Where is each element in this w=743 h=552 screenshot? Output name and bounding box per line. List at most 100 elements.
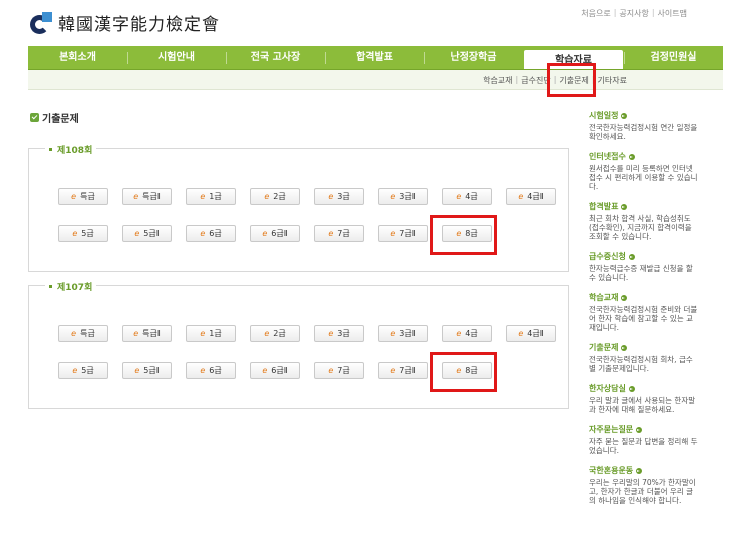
sidebar-item-desc: 우리는 우리말의 70%가 한자말이고, 한자가 한글과 더불어 우리 글의 하… (589, 478, 696, 505)
util-link-sitemap[interactable]: 사이트맵 (658, 8, 687, 19)
grade-button[interactable]: e 3급Ⅱ (378, 188, 428, 205)
subnav-item-textbooks[interactable]: 학습교재 (483, 75, 512, 86)
sidebar-item-desc: 전국한자능력검정시험 연간 일정을 확인하세요. (589, 123, 698, 141)
grade-label: 특급 (80, 192, 95, 201)
grade-button[interactable]: e 2급 (250, 188, 300, 205)
sidebar-item-desc: 우리 말과 글에서 사용되는 한자말과 한자에 대해 질문하세요. (589, 396, 696, 414)
grade-button[interactable]: e 7급Ⅱ (378, 362, 428, 379)
e-icon: e (72, 366, 78, 375)
arrow-right-icon (628, 385, 635, 392)
e-icon: e (328, 366, 334, 375)
sidebar-item-title: 시험일정 (589, 111, 619, 120)
sidebar-item-title: 인터넷접수 (589, 152, 626, 161)
grade-button[interactable]: e 특급 (58, 325, 108, 342)
grade-label: 6급 (209, 366, 222, 375)
sub-nav: 학습교재 | 급수진단 | 기출문제 | 기타자료 (28, 70, 723, 90)
grade-label: 5급Ⅱ (143, 366, 160, 375)
grade-button[interactable]: e 3급 (314, 325, 364, 342)
grade-button[interactable]: e 7급 (314, 362, 364, 379)
sidebar-item-past-exams[interactable]: 기출문제 전국한자능력검정시험 회차, 급수별 기출문제입니다. (589, 342, 699, 373)
grade-label: 6급Ⅱ (271, 229, 288, 238)
grade-button[interactable]: e 6급 (186, 225, 236, 242)
grade-button[interactable]: e 4급 (442, 325, 492, 342)
arrow-right-icon (621, 112, 628, 119)
nav-item-exam-info[interactable]: 시험안내 (127, 46, 226, 69)
sidebar-item-certificate-request[interactable]: 급수증신청 한자능력급수증 재발급 신청을 할 수 있습니다. (589, 251, 699, 282)
nav-item-scholarship[interactable]: 난정장학금 (424, 46, 523, 69)
arrow-right-icon (621, 294, 628, 301)
sidebar-item-exam-schedule[interactable]: 시험일정 전국한자능력검정시험 연간 일정을 확인하세요. (589, 110, 699, 141)
e-icon: e (456, 329, 462, 338)
page-title: 기출문제 (30, 110, 79, 125)
nav-item-civil-service[interactable]: 검정민원실 (624, 46, 723, 69)
sidebar-item-title: 학습교재 (589, 293, 619, 302)
utility-links: 처음으로 | 공지사항 | 사이트맵 (581, 8, 687, 19)
subnav-item-other-materials[interactable]: 기타자료 (598, 75, 627, 86)
highlight-past-exams (547, 63, 596, 97)
grade-label: 4급 (465, 329, 478, 338)
e-icon: e (390, 229, 396, 238)
grade-button[interactable]: e 6급Ⅱ (250, 362, 300, 379)
sidebar-item-textbooks[interactable]: 학습교재 전국한자능력검정시험 준비와 더불어 한자 학습에 참고할 수 있는 … (589, 292, 699, 332)
site-logo[interactable]: 韓國漢字能力檢定會 (30, 10, 220, 35)
sidebar-item-title: 기출문제 (589, 343, 619, 352)
grade-button[interactable]: e 5급Ⅱ (122, 362, 172, 379)
nav-item-about[interactable]: 본회소개 (28, 46, 127, 69)
grade-label: 3급Ⅱ (399, 329, 416, 338)
check-icon (30, 113, 39, 122)
grade-button[interactable]: e 1급 (186, 188, 236, 205)
highlight-grade-8-r108 (430, 215, 497, 255)
util-link-notice[interactable]: 공지사항 (619, 8, 648, 19)
sidebar-item-mixed-script-movement[interactable]: 국한혼용운동 우리는 우리말의 70%가 한자말이고, 한자가 한글과 더불어 … (589, 465, 699, 505)
grade-button[interactable]: e 1급 (186, 325, 236, 342)
grade-button[interactable]: e 4급Ⅱ (506, 325, 556, 342)
grade-label: 7급Ⅱ (399, 229, 416, 238)
grade-button[interactable]: e 4급 (442, 188, 492, 205)
sidebar-item-online-application[interactable]: 인터넷접수 원서접수를 미리 등록하면 인터넷접수 시 편리하게 이용할 수 있… (589, 151, 699, 191)
grade-button[interactable]: e 5급 (58, 362, 108, 379)
grade-button[interactable]: e 3급 (314, 188, 364, 205)
sidebar-item-results[interactable]: 합격발표 최근 회차 합격 사실, 학습성취도(접수확인), 지금까지 합격이력… (589, 201, 699, 241)
e-icon: e (72, 229, 78, 238)
e-icon: e (134, 229, 140, 238)
sidebar-item-faq[interactable]: 자주묻는질문 자주 묻는 질문과 답변을 정리해 두었습니다. (589, 424, 699, 455)
highlight-grade-8-r107 (430, 352, 497, 392)
grade-button[interactable]: e 특급 (58, 188, 108, 205)
e-icon: e (456, 192, 462, 201)
grade-button[interactable]: e 특급Ⅱ (122, 188, 172, 205)
e-icon: e (328, 329, 334, 338)
grade-label: 3급 (337, 329, 350, 338)
grade-label: 4급Ⅱ (527, 329, 544, 338)
grade-button[interactable]: e 3급Ⅱ (378, 325, 428, 342)
sidebar-item-title: 급수증신청 (589, 252, 626, 261)
grade-label: 7급Ⅱ (399, 366, 416, 375)
util-link-home[interactable]: 처음으로 (581, 8, 610, 19)
grade-button[interactable]: e 4급Ⅱ (506, 188, 556, 205)
e-icon: e (264, 329, 270, 338)
grade-button[interactable]: e 특급Ⅱ (122, 325, 172, 342)
logo-mark-icon (30, 11, 52, 34)
grade-button[interactable]: e 2급 (250, 325, 300, 342)
grade-button[interactable]: e 5급 (58, 225, 108, 242)
arrow-right-icon (628, 253, 635, 260)
grade-label: 5급Ⅱ (143, 229, 160, 238)
e-icon: e (328, 192, 334, 201)
arrow-right-icon (628, 153, 635, 160)
sidebar-item-hanja-counsel[interactable]: 한자상담실 우리 말과 글에서 사용되는 한자말과 한자에 대해 질문하세요. (589, 383, 699, 414)
grade-button[interactable]: e 6급 (186, 362, 236, 379)
grade-label: 특급Ⅱ (142, 192, 161, 201)
nav-item-results[interactable]: 합격발표 (325, 46, 424, 69)
grade-button[interactable]: e 5급Ⅱ (122, 225, 172, 242)
nav-item-test-centers[interactable]: 전국 고사장 (226, 46, 325, 69)
e-icon: e (328, 229, 334, 238)
grade-button[interactable]: e 7급Ⅱ (378, 225, 428, 242)
grade-label: 6급Ⅱ (271, 366, 288, 375)
grade-button[interactable]: e 7급 (314, 225, 364, 242)
grade-button[interactable]: e 6급Ⅱ (250, 225, 300, 242)
round-label: 제108회 (57, 146, 93, 156)
e-icon: e (200, 329, 206, 338)
main-nav: 본회소개 시험안내 전국 고사장 합격발표 난정장학금 학습자료 검정민원실 (28, 46, 723, 70)
sidebar-item-desc: 한자능력급수증 재발급 신청을 할 수 있습니다. (589, 264, 693, 282)
grade-label: 3급Ⅱ (399, 192, 416, 201)
sidebar-item-title: 한자상담실 (589, 384, 626, 393)
